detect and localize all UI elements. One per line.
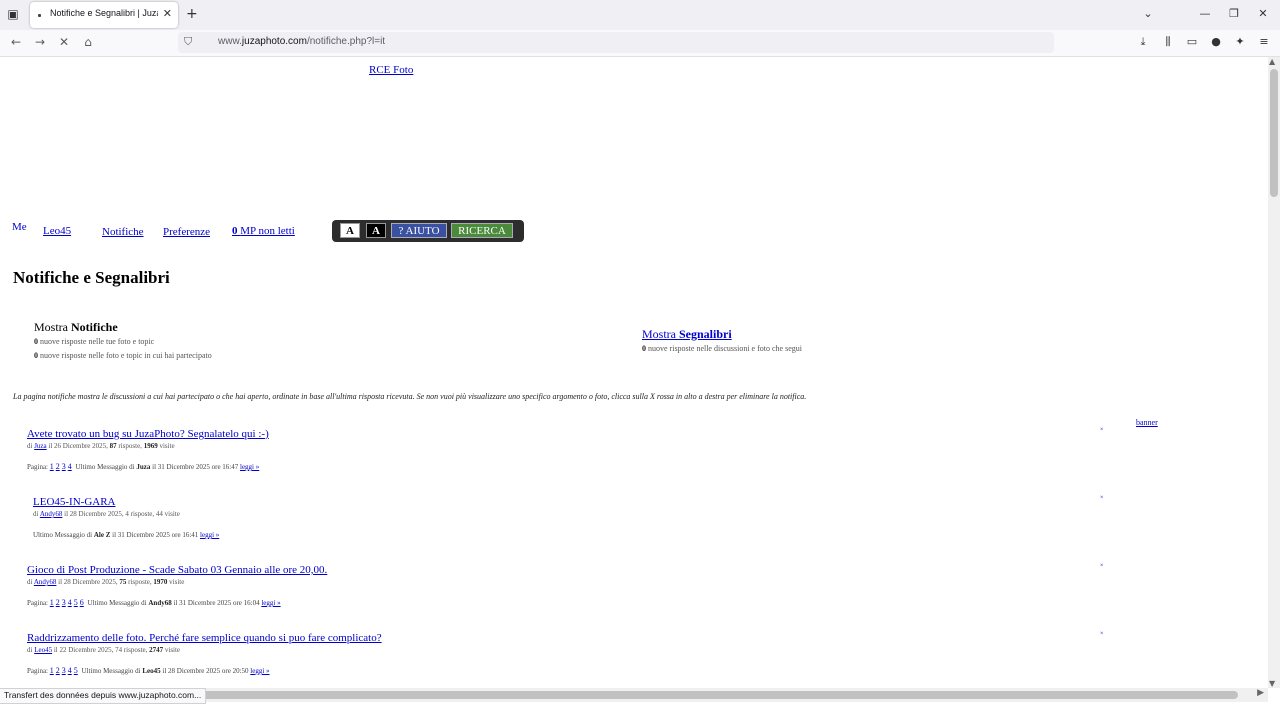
toolbox: A A ? AIUTO RICERCA (332, 220, 524, 242)
extensions-icon[interactable]: ✦ (1232, 35, 1248, 48)
navigation-bar: ← → ✕ ⌂ ⛉ www.juzaphoto.com/notifiche.ph… (0, 30, 1280, 57)
page-link[interactable]: 3 (62, 462, 66, 471)
show-bookmarks-link[interactable]: Mostra Segnalibri (642, 327, 732, 342)
forward-icon[interactable]: → (32, 35, 48, 49)
author-link[interactable]: Leo45 (34, 646, 52, 654)
page-link[interactable]: 4 (68, 666, 72, 675)
topic-pages: Pagina: 1234 Ultimo Messaggio di Juza il… (27, 462, 260, 471)
author-link[interactable]: Andy68 (40, 510, 63, 518)
url-text[interactable]: www.juzaphoto.com/notifiche.php?l=it (218, 36, 385, 47)
remove-notification-icon[interactable]: × (1100, 427, 1103, 433)
banner-link[interactable]: banner (1136, 418, 1158, 427)
read-more-link[interactable]: leggi » (250, 667, 269, 675)
remove-notification-icon[interactable]: × (1100, 631, 1103, 637)
shield-icon[interactable]: ⛉ (184, 35, 192, 49)
remove-notification-icon[interactable]: × (1100, 563, 1103, 569)
scroll-up-icon[interactable]: ▲ (1269, 57, 1275, 66)
remove-notification-icon[interactable]: × (1100, 495, 1103, 501)
scroll-thumb[interactable] (1270, 69, 1278, 197)
page-link[interactable]: 2 (56, 598, 60, 607)
library-icon[interactable]: ⫼ (1160, 35, 1176, 49)
author-link[interactable]: Juza (34, 442, 46, 450)
page-link[interactable]: 3 (62, 598, 66, 607)
user-link[interactable]: Leo45 (43, 225, 71, 237)
chevron-down-icon[interactable]: ⌄ (1140, 7, 1156, 20)
topic-meta: di Andy68 il 28 Dicembre 2025, 4 rispost… (33, 510, 180, 518)
save-to-pocket-icon[interactable]: ⤓ (1135, 35, 1151, 49)
page-link[interactable]: 4 (68, 462, 72, 471)
vertical-scrollbar[interactable]: ▲ ▼ (1268, 57, 1280, 688)
info-text: La pagina notifiche mostra le discussion… (13, 392, 807, 401)
sidebar-icon[interactable]: ▭ (1184, 35, 1200, 48)
tab-bar: ▣ Notifiche e Segnalibri | JuzaPhoto ✕ +… (0, 0, 1280, 30)
address-bar[interactable]: ⛉ www.juzaphoto.com/notifiche.php?l=it (178, 32, 1054, 53)
scroll-right-icon[interactable]: ▶ (1257, 688, 1264, 698)
home-icon[interactable]: ⌂ (80, 35, 96, 49)
restore-icon[interactable]: ❐ (1226, 7, 1242, 20)
scroll-thumb[interactable] (188, 691, 1238, 699)
new-tab-icon[interactable]: + (186, 6, 198, 22)
account-icon[interactable]: ● (1208, 35, 1224, 48)
scroll-down-icon[interactable]: ▼ (1269, 679, 1275, 688)
read-more-link[interactable]: leggi » (200, 531, 219, 539)
show-notifications-heading: Mostra Notifiche (34, 320, 118, 334)
unread-label: MP non letti (240, 225, 295, 237)
topic-pages: Ultimo Messaggio di Ale Z il 31 Dicembre… (33, 531, 220, 539)
topic-pages: Pagina: 123456 Ultimo Messaggio di Andy6… (27, 598, 281, 607)
page-viewport: RCE Foto Me Leo45 Notifiche Preferenze 0… (0, 57, 1268, 688)
page-link[interactable]: 1 (50, 462, 54, 471)
page-link[interactable]: 6 (80, 598, 84, 607)
light-theme-button[interactable]: A (340, 223, 360, 238)
tab-title: Notifiche e Segnalibri | JuzaPhoto (50, 8, 158, 18)
read-more-link[interactable]: leggi » (261, 599, 280, 607)
back-icon[interactable]: ← (8, 35, 24, 49)
menu-icon[interactable]: ≡ (1256, 35, 1272, 48)
browser-tab[interactable]: Notifiche e Segnalibri | JuzaPhoto ✕ (30, 2, 178, 28)
page-link[interactable]: 4 (68, 598, 72, 607)
unread-count: 0 (232, 225, 238, 237)
read-more-link[interactable]: leggi » (240, 463, 259, 471)
close-tab-icon[interactable]: ✕ (163, 7, 172, 20)
page-link[interactable]: 2 (56, 462, 60, 471)
me-label: Me (12, 221, 27, 233)
unread-messages-link[interactable]: 0 MP non letti (232, 225, 295, 237)
tab-list-icon[interactable]: ▣ (6, 7, 20, 21)
search-button[interactable]: RICERCA (451, 223, 513, 238)
topic-title-link[interactable]: LEO45-IN-GARA (33, 496, 115, 508)
topic-pages: Pagina: 12345 Ultimo Messaggio di Leo45 … (27, 666, 270, 675)
close-window-icon[interactable]: ✕ (1255, 7, 1271, 20)
page-link[interactable]: 5 (74, 666, 78, 675)
page-title: Notifiche e Segnalibri (13, 268, 170, 287)
topic-meta: di Leo45 il 22 Dicembre 2025, 74 rispost… (27, 646, 181, 654)
page-link[interactable]: 3 (62, 666, 66, 675)
horizontal-scrollbar[interactable]: ▶ (188, 688, 1268, 702)
topic-title-link[interactable]: Avete trovato un bug su JuzaPhoto? Segna… (27, 428, 269, 440)
preferenze-link[interactable]: Preferenze (163, 226, 210, 238)
help-button[interactable]: ? AIUTO (391, 223, 447, 238)
favicon-icon (38, 14, 41, 17)
topic-title-link[interactable]: Raddrizzamento delle foto. Perché fare s… (27, 632, 382, 644)
minimize-icon[interactable]: — (1197, 7, 1213, 20)
page-link[interactable]: 1 (50, 666, 54, 675)
page-link[interactable]: 5 (74, 598, 78, 607)
notif-stat-own: 0 nuove risposte nelle tue foto e topic (34, 337, 155, 346)
topic-meta: di Juza il 26 Dicembre 2025, 87 risposte… (27, 442, 175, 450)
topic-meta: di Andy68 il 28 Dicembre 2025, 75 rispos… (27, 578, 185, 586)
stop-loading-icon[interactable]: ✕ (56, 35, 72, 49)
author-link[interactable]: Andy68 (34, 578, 57, 586)
notifiche-link[interactable]: Notifiche (102, 226, 144, 238)
rce-foto-link[interactable]: RCE Foto (369, 64, 413, 76)
dark-theme-button[interactable]: A (366, 223, 386, 238)
topic-title-link[interactable]: Gioco di Post Produzione - Scade Sabato … (27, 564, 327, 576)
notif-stat-participated: 0 nuove risposte nelle foto e topic in c… (34, 351, 212, 360)
page-link[interactable]: 1 (50, 598, 54, 607)
bookmark-stat: 0 nuove risposte nelle discussioni e fot… (642, 344, 802, 353)
page-link[interactable]: 2 (56, 666, 60, 675)
